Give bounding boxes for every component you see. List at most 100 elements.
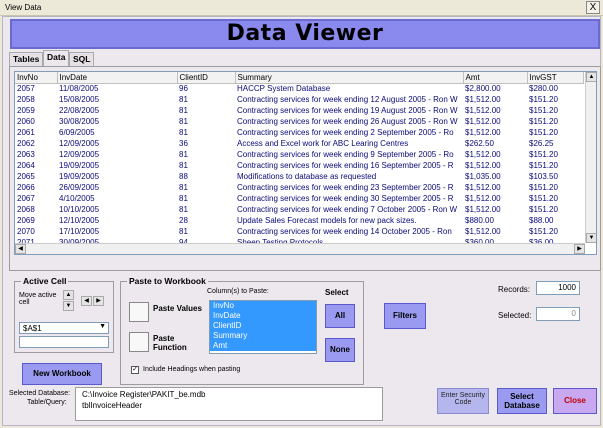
table-cell[interactable]: 81	[177, 116, 235, 127]
filters-button[interactable]: Filters	[384, 303, 426, 329]
table-cell[interactable]: 12/09/2005	[57, 138, 177, 149]
table-cell[interactable]: 2063	[15, 149, 57, 160]
table-cell[interactable]: Modifications to database as requested	[235, 171, 463, 182]
table-row[interactable]: 2058 15/08/2005 81 Contracting services for…	[15, 94, 583, 105]
table-cell[interactable]: Contracting services for week ending 7 O…	[235, 204, 463, 215]
table-cell[interactable]: $151.20	[527, 160, 583, 171]
table-row[interactable]: 2070 17/10/2005 81 Contracting services for…	[15, 226, 583, 237]
table-cell[interactable]: $103.50	[527, 171, 583, 182]
table-cell[interactable]: 2066	[15, 182, 57, 193]
table-cell[interactable]: Contracting services for week ending 14 …	[235, 226, 463, 237]
table-cell[interactable]: 19/09/2005	[57, 171, 177, 182]
table-cell[interactable]: Access and Excel work for ABC Learing Ce…	[235, 138, 463, 149]
list-item[interactable]: Summary	[210, 331, 316, 341]
table-cell[interactable]: Contracting services for week ending 12 …	[235, 94, 463, 105]
table-cell[interactable]: $262.50	[463, 138, 527, 149]
data-grid[interactable]: InvNo InvDate ClientID Summary Amt InvGS…	[14, 71, 597, 255]
table-cell[interactable]: 2067	[15, 193, 57, 204]
move-left-icon[interactable]: ◀	[81, 296, 92, 306]
table-cell[interactable]: $1,512.00	[463, 94, 527, 105]
table-cell[interactable]: $1,512.00	[463, 160, 527, 171]
table-row[interactable]: 2068 10/10/2005 81 Contracting services for…	[15, 204, 583, 215]
scroll-down-icon[interactable]: ▼	[586, 233, 596, 243]
table-cell[interactable]: Contracting services for week ending 19 …	[235, 105, 463, 116]
table-cell[interactable]: 4/10/2005	[57, 193, 177, 204]
table-cell[interactable]: 81	[177, 204, 235, 215]
table-cell[interactable]: 2070	[15, 226, 57, 237]
table-cell[interactable]: 10/10/2005	[57, 204, 177, 215]
table-cell[interactable]: 12/09/2005	[57, 149, 177, 160]
table-row[interactable]: 2064 19/09/2005 81 Contracting services for…	[15, 160, 583, 171]
table-cell[interactable]: 81	[177, 127, 235, 138]
table-cell[interactable]: 88	[177, 171, 235, 182]
paste-values-button[interactable]: Paste Values	[153, 304, 203, 313]
formula-input[interactable]	[19, 336, 109, 348]
close-button[interactable]: Close	[553, 388, 597, 414]
table-cell[interactable]: 17/10/2005	[57, 226, 177, 237]
include-headings-checkbox[interactable]: ✓	[131, 366, 139, 374]
table-cell[interactable]: $1,512.00	[463, 182, 527, 193]
enter-security-code-button[interactable]: Enter Security Code	[437, 388, 489, 414]
column-header[interactable]: InvDate	[57, 72, 178, 84]
paste-function-icon[interactable]	[129, 332, 149, 352]
table-cell[interactable]: $1,512.00	[463, 226, 527, 237]
table-cell[interactable]: Contracting services for week ending 26 …	[235, 116, 463, 127]
select-none-button[interactable]: None	[325, 338, 355, 362]
table-cell[interactable]: 2069	[15, 215, 57, 226]
table-cell[interactable]: $1,512.00	[463, 127, 527, 138]
tab-data[interactable]: Data	[43, 50, 70, 67]
table-row[interactable]: 2057 11/08/2005 96 HACCP System Database $2,…	[15, 83, 583, 94]
column-header[interactable]: ClientID	[177, 72, 236, 84]
chevron-down-icon[interactable]: ▼	[99, 323, 106, 330]
list-item[interactable]: InvDate	[210, 311, 316, 321]
vertical-scrollbar[interactable]: ▲ ▼	[585, 72, 596, 243]
table-cell[interactable]: 96	[177, 83, 235, 94]
table-cell[interactable]: 6/09/2005	[57, 127, 177, 138]
list-item[interactable]: ClientID	[210, 321, 316, 331]
table-cell[interactable]: $151.20	[527, 193, 583, 204]
select-database-button[interactable]: Select Database	[497, 388, 547, 414]
table-cell[interactable]: $280.00	[527, 83, 583, 94]
scroll-left-icon[interactable]: ◀	[15, 244, 26, 254]
table-cell[interactable]: 2064	[15, 160, 57, 171]
table-cell[interactable]: 26/09/2005	[57, 182, 177, 193]
table-cell[interactable]: $1,512.00	[463, 204, 527, 215]
column-header[interactable]: InvGST	[527, 72, 584, 84]
table-cell[interactable]: 81	[177, 149, 235, 160]
table-cell[interactable]: 30/08/2005	[57, 116, 177, 127]
table-cell[interactable]: Contracting services for week ending 9 S…	[235, 149, 463, 160]
table-cell[interactable]: 2059	[15, 105, 57, 116]
column-header[interactable]: InvNo	[15, 72, 58, 84]
table-cell[interactable]: 81	[177, 182, 235, 193]
table-row[interactable]: 2062 12/09/2005 36 Access and Excel work fo…	[15, 138, 583, 149]
table-cell[interactable]: $151.20	[527, 94, 583, 105]
column-header[interactable]: Amt	[463, 72, 528, 84]
table-cell[interactable]: 2062	[15, 138, 57, 149]
table-cell[interactable]: $151.20	[527, 127, 583, 138]
table-cell[interactable]: 22/08/2005	[57, 105, 177, 116]
table-cell[interactable]: 28	[177, 215, 235, 226]
table-cell[interactable]: Contracting services for week ending 16 …	[235, 160, 463, 171]
table-row[interactable]: 2066 26/09/2005 81 Contracting services for…	[15, 182, 583, 193]
table-cell[interactable]: 15/08/2005	[57, 94, 177, 105]
table-cell[interactable]: $1,512.00	[463, 149, 527, 160]
table-cell[interactable]: 11/08/2005	[57, 83, 177, 94]
tab-tables[interactable]: Tables	[9, 52, 44, 66]
table-cell[interactable]: 36	[177, 138, 235, 149]
scroll-up-icon[interactable]: ▲	[586, 72, 596, 82]
table-cell[interactable]: $1,512.00	[463, 105, 527, 116]
table-cell[interactable]: $151.20	[527, 105, 583, 116]
table-cell[interactable]: HACCP System Database	[235, 83, 463, 94]
table-row[interactable]: 2065 19/09/2005 88 Modifications to databas…	[15, 171, 583, 182]
paste-function-button[interactable]: Paste Function	[153, 334, 203, 352]
table-cell[interactable]: 81	[177, 160, 235, 171]
table-cell[interactable]: Contracting services for week ending 2 S…	[235, 127, 463, 138]
table-cell[interactable]: $26.25	[527, 138, 583, 149]
table-cell[interactable]: 2058	[15, 94, 57, 105]
table-row[interactable]: 2067 4/10/2005 81 Contracting services for …	[15, 193, 583, 204]
table-cell[interactable]: $2,800.00	[463, 83, 527, 94]
columns-listbox[interactable]: InvNo InvDate ClientID Summary Amt	[209, 300, 317, 354]
table-cell[interactable]: 2065	[15, 171, 57, 182]
records-field[interactable]: 1000	[536, 281, 580, 295]
new-workbook-button[interactable]: New Workbook	[22, 363, 102, 385]
